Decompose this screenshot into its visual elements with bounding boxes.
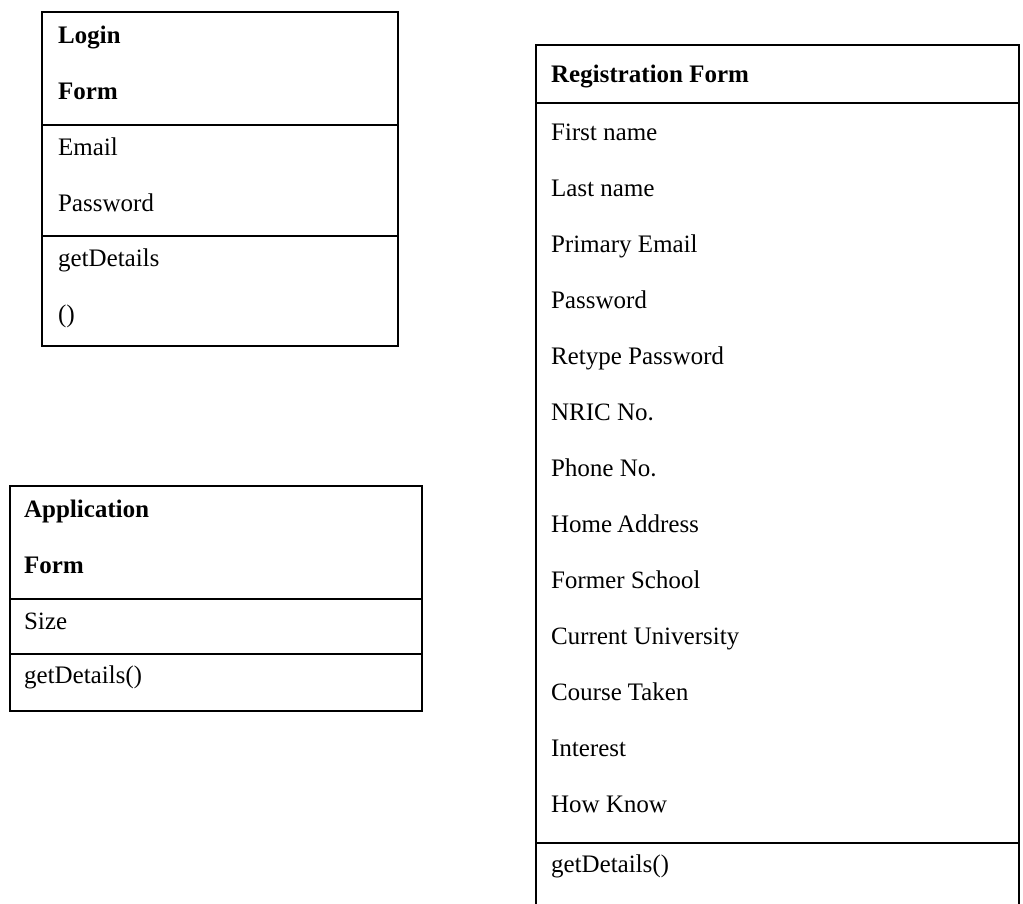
registration-form-attr: Former School (551, 567, 701, 594)
registration-form-attr: Primary Email (551, 231, 698, 258)
application-form-divider-1 (11, 598, 421, 600)
registration-form-method-getdetails: getDetails() (551, 851, 670, 878)
registration-form-title: Registration Form (551, 61, 749, 88)
registration-form-attr: Current University (551, 623, 740, 650)
application-form-title-line1: Application (24, 496, 150, 523)
login-form-method-line2: () (58, 301, 75, 328)
login-form-method-line1: getDetails (58, 245, 160, 272)
login-form-title-line1: Login (58, 22, 121, 49)
registration-form-class: Registration Form First name Last name P… (535, 44, 1020, 904)
application-form-title-line2: Form (24, 552, 84, 579)
registration-form-attr: How Know (551, 791, 667, 818)
login-form-title-line2: Form (58, 78, 118, 105)
registration-form-attr: Interest (551, 735, 626, 762)
application-form-method-getdetails: getDetails() (24, 662, 143, 689)
application-form-attr-size: Size (24, 608, 68, 635)
registration-form-attr: First name (551, 119, 658, 146)
registration-form-attr: NRIC No. (551, 399, 654, 426)
application-form-divider-2 (11, 653, 421, 655)
registration-form-divider-2 (537, 842, 1018, 844)
login-form-attr-password: Password (58, 190, 154, 217)
registration-form-attr: Phone No. (551, 455, 657, 482)
login-form-class: Login Form Email Password getDetails () (41, 11, 399, 347)
login-form-divider-2 (43, 235, 397, 237)
registration-form-divider-1 (537, 102, 1018, 104)
registration-form-attr: Retype Password (551, 343, 724, 370)
registration-form-attr: Password (551, 287, 647, 314)
registration-form-attr: Course Taken (551, 679, 689, 706)
registration-form-attr: Home Address (551, 511, 699, 538)
application-form-class: Application Form Size getDetails() (9, 485, 423, 712)
registration-form-attr: Last name (551, 175, 655, 202)
login-form-divider-1 (43, 124, 397, 126)
login-form-attr-email: Email (58, 134, 118, 161)
